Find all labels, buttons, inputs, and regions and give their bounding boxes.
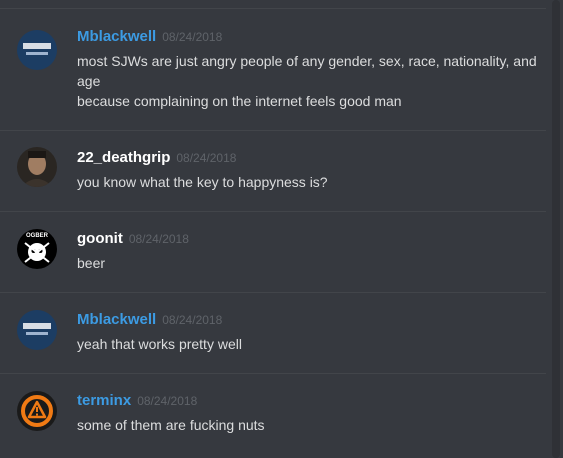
username[interactable]: terminx bbox=[77, 392, 131, 409]
avatar-logo-text: OGBER bbox=[26, 233, 49, 239]
username[interactable]: Mblackwell bbox=[77, 311, 156, 328]
message-line: beer bbox=[77, 255, 106, 271]
timestamp: 08/24/2018 bbox=[176, 151, 237, 165]
chat-message: OGBER goonit 08/24/2018 beer bbox=[0, 220, 546, 292]
message-divider bbox=[0, 292, 546, 293]
message-line: because complaining on the internet feel… bbox=[77, 93, 402, 109]
portrait-avatar-icon bbox=[17, 147, 57, 187]
username[interactable]: Mblackwell bbox=[77, 28, 156, 45]
message-text: yeah that works pretty well bbox=[77, 334, 547, 354]
message-line: yeah that works pretty well bbox=[77, 336, 242, 352]
chat-message-list[interactable]: Mblackwell 08/24/2018 most SJWs are just … bbox=[0, 0, 563, 458]
message-divider bbox=[0, 8, 546, 9]
user-avatar[interactable] bbox=[17, 391, 57, 431]
timestamp: 08/24/2018 bbox=[162, 313, 223, 327]
message-line: age bbox=[77, 73, 101, 89]
message-line: you know what the key to happyness is? bbox=[77, 174, 328, 190]
user-avatar[interactable] bbox=[17, 30, 57, 70]
timestamp: 08/24/2018 bbox=[128, 232, 189, 246]
user-avatar[interactable] bbox=[17, 147, 57, 187]
message-text: beer bbox=[77, 253, 547, 273]
message-divider bbox=[0, 373, 546, 374]
message-divider bbox=[0, 211, 546, 212]
mblackwell-logo-avatar-icon bbox=[17, 310, 57, 350]
mblackwell-logo-avatar-icon bbox=[17, 30, 57, 70]
dog-skull-avatar-icon: OGBER bbox=[17, 229, 57, 269]
message-text: some of them are fucking nuts bbox=[77, 415, 547, 435]
chat-message: Mblackwell 08/24/2018 yeah that works pre… bbox=[0, 301, 546, 373]
user-avatar[interactable]: OGBER bbox=[17, 229, 57, 269]
timestamp: 08/24/2018 bbox=[162, 30, 223, 44]
timestamp: 08/24/2018 bbox=[137, 394, 198, 408]
warning-triangle-avatar-icon bbox=[17, 391, 57, 431]
message-line: some of them are fucking nuts bbox=[77, 417, 265, 433]
chat-message: terminx 08/24/2018 some of them are fucki… bbox=[0, 382, 546, 454]
message-text: most SJWs are just angry people of any g… bbox=[77, 51, 547, 111]
message-text: you know what the key to happyness is? bbox=[77, 172, 547, 192]
username[interactable]: 22_deathgrip bbox=[77, 149, 170, 166]
user-avatar[interactable] bbox=[17, 310, 57, 350]
username[interactable]: goonit bbox=[77, 230, 123, 247]
chat-message: 22_deathgrip 08/24/2018 you know what the… bbox=[0, 139, 546, 211]
message-line: most SJWs are just angry people of any g… bbox=[77, 53, 537, 69]
chat-scrollbar[interactable] bbox=[552, 0, 560, 458]
chat-message: Mblackwell 08/24/2018 most SJWs are just … bbox=[0, 20, 546, 130]
message-divider bbox=[0, 130, 546, 131]
